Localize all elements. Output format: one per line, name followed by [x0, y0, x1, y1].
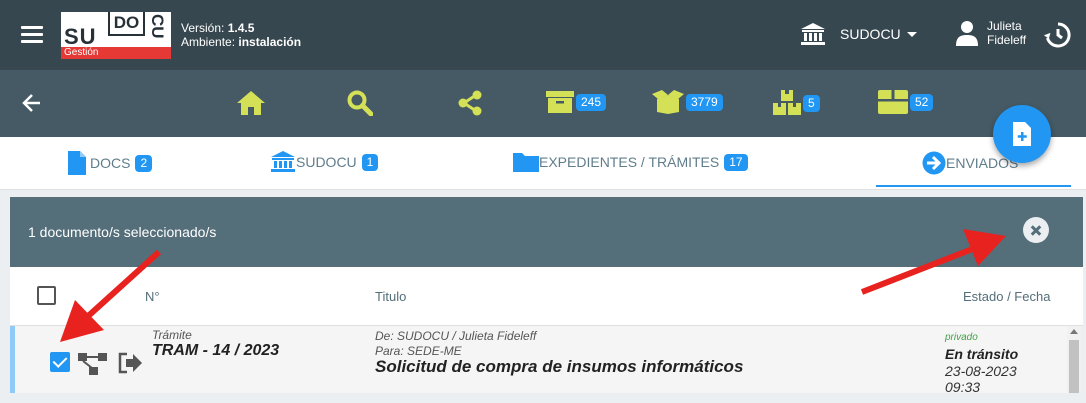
tab-sudocu[interactable]: SUDOCU 1 [270, 151, 379, 173]
sudocu-logo: SU DO CU Gestión [61, 12, 171, 59]
back-arrow-icon[interactable] [22, 93, 42, 118]
logo-do: DO [108, 12, 145, 36]
document-icon [68, 151, 86, 175]
tab-expedientes-label: EXPEDIENTES / TRÁMITES [539, 154, 720, 170]
tab-sudocu-label: SUDOCU [296, 154, 357, 170]
row-time: 09:33 [945, 379, 981, 395]
tab-expedientes[interactable]: EXPEDIENTES / TRÁMITES 17 [513, 151, 748, 173]
arrow-right-circle-icon [922, 151, 946, 175]
version-info: Versión: 1.4.5 Ambiente: instalación [181, 21, 301, 49]
clear-selection-icon[interactable] [1023, 217, 1049, 243]
institution-name: SUDOCU [840, 26, 901, 42]
user-menu[interactable]: Julieta Fideleff [956, 19, 1026, 47]
user-last-name: Fideleff [987, 33, 1027, 47]
box-count-badge: 52 [910, 93, 934, 111]
add-document-icon [1013, 122, 1031, 146]
history-icon[interactable] [1043, 21, 1072, 54]
folder-icon [513, 153, 539, 172]
scroll-up-icon[interactable] [1070, 329, 1078, 334]
select-all-checkbox[interactable] [37, 286, 56, 305]
top-bar: SU DO CU Gestión Versión: 1.4.5 Ambiente… [0, 0, 1086, 70]
share-icon[interactable] [458, 90, 482, 116]
user-icon [956, 21, 978, 46]
tab-sudocu-count: 1 [361, 153, 379, 171]
tab-docs-count: 2 [135, 154, 153, 172]
new-document-button[interactable] [993, 105, 1051, 163]
open-box-icon [652, 90, 684, 114]
chevron-down-icon [906, 31, 917, 37]
tab-docs-label: DOCS [90, 155, 131, 171]
archive-nav[interactable]: 245 [546, 90, 607, 114]
send-icon[interactable] [118, 352, 142, 374]
user-first-name: Julieta [987, 19, 1022, 33]
table-header: N° Titulo Estado / Fecha [10, 267, 1083, 326]
env-label: Ambiente: [181, 35, 236, 49]
row-type: Trámite [152, 328, 192, 342]
table-row[interactable]: Trámite TRAM - 14 / 2023 De: SUDOCU / Ju… [10, 326, 1067, 395]
scrollbar-thumb[interactable] [1069, 340, 1079, 393]
nav-bar: 245 3779 5 52 [0, 70, 1086, 137]
row-checkbox[interactable] [50, 352, 70, 372]
home-icon[interactable] [236, 90, 266, 116]
col-title: Titulo [375, 289, 407, 304]
selection-bar: 1 documento/s seleccionado/s [10, 197, 1083, 267]
open-box-count-badge: 3779 [686, 93, 723, 111]
row-status: En tránsito [945, 346, 1019, 362]
institution-selector[interactable]: SUDOCU [800, 22, 917, 46]
row-to: Para: SEDE-ME [375, 344, 462, 358]
scrollbar[interactable] [1067, 326, 1081, 393]
search-icon[interactable] [347, 90, 373, 116]
row-indicator [10, 326, 15, 393]
tab-docs[interactable]: DOCS 2 [68, 151, 153, 175]
open-box-nav[interactable]: 3779 [652, 90, 723, 114]
col-status: Estado / Fecha [963, 289, 1051, 304]
logo-gestion: Gestión [61, 47, 171, 59]
row-number: TRAM - 14 / 2023 [152, 342, 280, 359]
tab-expedientes-count: 17 [724, 153, 748, 171]
workflow-icon[interactable] [78, 352, 108, 376]
version-label: Versión: [181, 21, 225, 35]
archive-count-badge: 245 [576, 93, 607, 111]
boxes-count-badge: 5 [803, 94, 820, 112]
archive-icon [546, 91, 574, 113]
row-date: 23-08-2023 [945, 363, 1017, 379]
row-from: De: SUDOCU / Julieta Fideleff [375, 329, 537, 343]
logo-cu: CU [148, 14, 167, 39]
box-icon [878, 90, 908, 114]
selection-text: 1 documento/s seleccionado/s [28, 224, 217, 240]
documents-panel: 1 documento/s seleccionado/s N° Titulo E… [0, 190, 1086, 403]
col-number: N° [145, 289, 160, 304]
boxes-nav[interactable]: 5 [773, 90, 820, 116]
box-nav[interactable]: 52 [878, 90, 934, 114]
boxes-icon [773, 90, 801, 115]
env-value: instalación [238, 35, 302, 49]
institution-icon [271, 151, 295, 172]
menu-icon[interactable] [21, 26, 43, 44]
row-privacy: privado [945, 332, 978, 343]
active-tab-indicator [876, 185, 1071, 187]
version-value: 1.4.5 [227, 21, 255, 35]
institution-icon [801, 23, 825, 45]
tab-bar: DOCS 2 SUDOCU 1 EXPEDIENTES / TRÁMITES 1… [0, 137, 1086, 190]
row-title: Solicitud de compra de insumos informáti… [375, 357, 744, 376]
